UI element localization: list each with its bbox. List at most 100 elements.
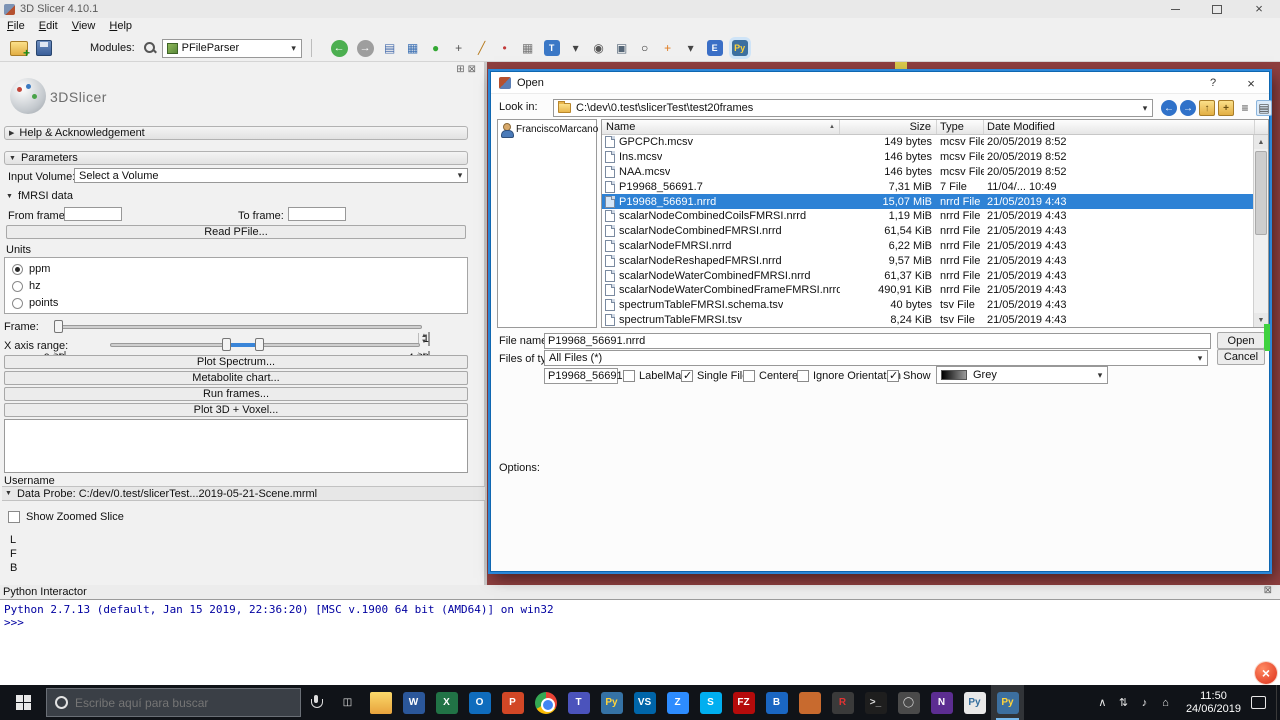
frame-slider-handle[interactable] [54, 320, 63, 333]
output-textbox[interactable] [4, 419, 468, 473]
points-radio[interactable] [12, 298, 23, 309]
notification-center-icon[interactable] [1251, 696, 1266, 709]
color-table-combobox[interactable]: Grey [936, 366, 1108, 384]
scroll-up-icon[interactable]: ▲ [1254, 135, 1268, 149]
column-header-size[interactable]: Size [840, 120, 937, 134]
history-back-icon[interactable]: ← [331, 40, 348, 57]
column-header-date[interactable]: Date Modified [984, 120, 1255, 134]
dialog-help-button[interactable]: ? [1205, 75, 1221, 91]
layout-icon[interactable]: ▤ [383, 39, 397, 58]
error-log-icon[interactable]: × [1255, 662, 1277, 684]
help-acknowledgement-section[interactable]: ▶ Help & Acknowledgement [4, 126, 468, 140]
paint-icon[interactable]: ◯ [892, 685, 925, 720]
hidden-icons-chevron-icon[interactable]: ∧ [1092, 685, 1113, 720]
data-probe-section[interactable]: ▼ Data Probe: C:/dev/0.test/slicerTest..… [2, 486, 485, 501]
show-checkbox[interactable] [887, 370, 899, 382]
files-of-type-combobox[interactable]: All Files (*) [544, 350, 1208, 366]
microphone-icon[interactable] [311, 695, 321, 710]
file-row[interactable]: NAA.mcsv 146 bytes mcsv File 20/05/2019 … [602, 165, 1268, 180]
add-model-icon[interactable]: + [661, 39, 675, 58]
file-row[interactable]: spectrumTableFMRSI.schema.tsv 40 bytes t… [602, 298, 1268, 313]
terminal-icon[interactable]: >_ [859, 685, 892, 720]
battery-icon[interactable]: ⇅ [1113, 685, 1134, 720]
menu-item[interactable]: Edit [32, 18, 65, 35]
hz-radio[interactable] [12, 281, 23, 292]
menu-item[interactable]: File [0, 18, 32, 35]
minimize-button[interactable] [1154, 0, 1196, 18]
markups-icon[interactable]: T [544, 40, 560, 56]
frame-slider-track[interactable] [56, 325, 422, 329]
start-button[interactable] [0, 685, 46, 720]
python-close-icon[interactable]: ⊠ [1264, 585, 1272, 596]
file-row[interactable]: scalarNodeCombinedCoilsFMRSI.nrrd 1,19 M… [602, 209, 1268, 224]
slicer-python-active-icon[interactable]: Py [991, 685, 1024, 720]
x-range-slider-track[interactable] [110, 343, 420, 347]
word-icon[interactable]: W [397, 685, 430, 720]
panel-undock-icon[interactable]: ⊠ [468, 64, 476, 75]
python-console-icon[interactable]: Py [732, 40, 748, 56]
fiducial-icon[interactable]: • [498, 39, 512, 58]
taskbar-search[interactable] [46, 688, 301, 717]
node-name-input[interactable]: P19968_56691 [544, 368, 618, 384]
sidebar-item-home[interactable]: FranciscoMarcano [500, 123, 594, 136]
load-data-icon[interactable] [10, 41, 28, 56]
file-row[interactable]: scalarNodeReshapedFMRSI.nrrd 9,57 MiB nr… [602, 253, 1268, 268]
file-row[interactable]: scalarNodeCombinedFMRSI.nrrd 61,54 KiB n… [602, 224, 1268, 239]
column-header-type[interactable]: Type [937, 120, 984, 134]
file-row[interactable]: scalarNodeWaterCombinedFrameFMRSI.nrrd 4… [602, 283, 1268, 298]
extensions-icon[interactable]: E [707, 40, 723, 56]
taskbar-clock[interactable]: 11:50 24/06/2019 [1186, 690, 1241, 716]
open-button[interactable]: Open [1217, 332, 1265, 349]
scrollbar-thumb[interactable] [1255, 151, 1267, 235]
detail-view-icon[interactable]: ▤ [1256, 100, 1272, 116]
teams-icon[interactable]: T [562, 685, 595, 720]
input-volume-combobox[interactable]: Select a Volume [74, 168, 468, 183]
vertical-scrollbar[interactable]: ▲ ▼ [1253, 135, 1268, 327]
show-desktop-button[interactable] [1276, 685, 1280, 720]
labelmap-checkbox[interactable] [623, 370, 635, 382]
ignore-orientation-checkbox[interactable] [797, 370, 809, 382]
module-selector-combobox[interactable]: PFileParser [162, 39, 302, 58]
four-up-view-icon[interactable]: ▦ [406, 39, 420, 58]
compare-view-icon[interactable]: ▣ [615, 39, 629, 58]
from-frame-input[interactable] [64, 207, 122, 221]
file-row[interactable]: scalarNodeFMRSI.nrrd 6,22 MiB nrrd File … [602, 239, 1268, 254]
file-row[interactable]: P19968_56691.7 7,31 MiB 7 File 11/04/...… [602, 179, 1268, 194]
task-view-icon[interactable]: ◫ [331, 685, 364, 720]
filezilla-icon[interactable]: FZ [727, 685, 760, 720]
screen-capture-icon[interactable]: ● [429, 39, 443, 58]
list-view-icon[interactable]: ≡ [1237, 100, 1253, 116]
new-folder-icon[interactable]: + [1218, 100, 1234, 116]
plot-spectrum-button[interactable]: Plot Spectrum... [4, 355, 468, 369]
outlook-icon[interactable]: O [463, 685, 496, 720]
metabolite-chart-button[interactable]: Metabolite chart... [4, 371, 468, 385]
file-explorer-icon[interactable] [364, 685, 397, 720]
read-pfile-button[interactable]: Read PFile... [6, 225, 466, 239]
frame-spinbox[interactable]: 1 ▲▼ [428, 332, 430, 346]
save-data-icon[interactable] [36, 40, 52, 56]
show-zoomed-slice-checkbox[interactable] [8, 511, 20, 523]
panel-pin-icon[interactable]: ⊞ [456, 64, 464, 75]
python-idle-icon[interactable]: Py [958, 685, 991, 720]
maximize-button[interactable] [1196, 0, 1238, 18]
cancel-button[interactable]: Cancel [1217, 349, 1265, 365]
file-row[interactable]: Ins.mcsv 146 bytes mcsv File 20/05/2019 … [602, 150, 1268, 165]
history-forward-icon[interactable]: → [357, 40, 374, 57]
camera-icon[interactable]: ◉ [592, 39, 606, 58]
zoom-icon[interactable]: Z [661, 685, 694, 720]
skype-icon[interactable]: S [694, 685, 727, 720]
file-name-input[interactable]: P19968_56691.nrrd [544, 333, 1211, 349]
parent-folder-icon[interactable]: ↑ [1199, 100, 1215, 116]
file-row[interactable]: scalarNodeWaterCombinedFMRSI.nrrd 61,37 … [602, 268, 1268, 283]
volume-icon[interactable]: ♪ [1134, 685, 1155, 720]
radeon-icon[interactable]: R [826, 685, 859, 720]
plot-3d-voxel-button[interactable]: Plot 3D + Voxel... [4, 403, 468, 417]
file-row[interactable]: P19968_56691.nrrd 15,07 MiB nrrd File 21… [602, 194, 1268, 209]
module-search-icon[interactable] [143, 41, 157, 55]
file-row[interactable]: GPCPCh.mcsv 149 bytes mcsv File 20/05/20… [602, 135, 1268, 150]
python-console[interactable]: Python 2.7.13 (default, Jan 15 2019, 22:… [0, 599, 1280, 685]
close-button[interactable] [1238, 0, 1280, 18]
x-range-max-handle[interactable] [255, 338, 264, 351]
python-icon[interactable]: Py [595, 685, 628, 720]
to-frame-input[interactable] [288, 207, 346, 221]
